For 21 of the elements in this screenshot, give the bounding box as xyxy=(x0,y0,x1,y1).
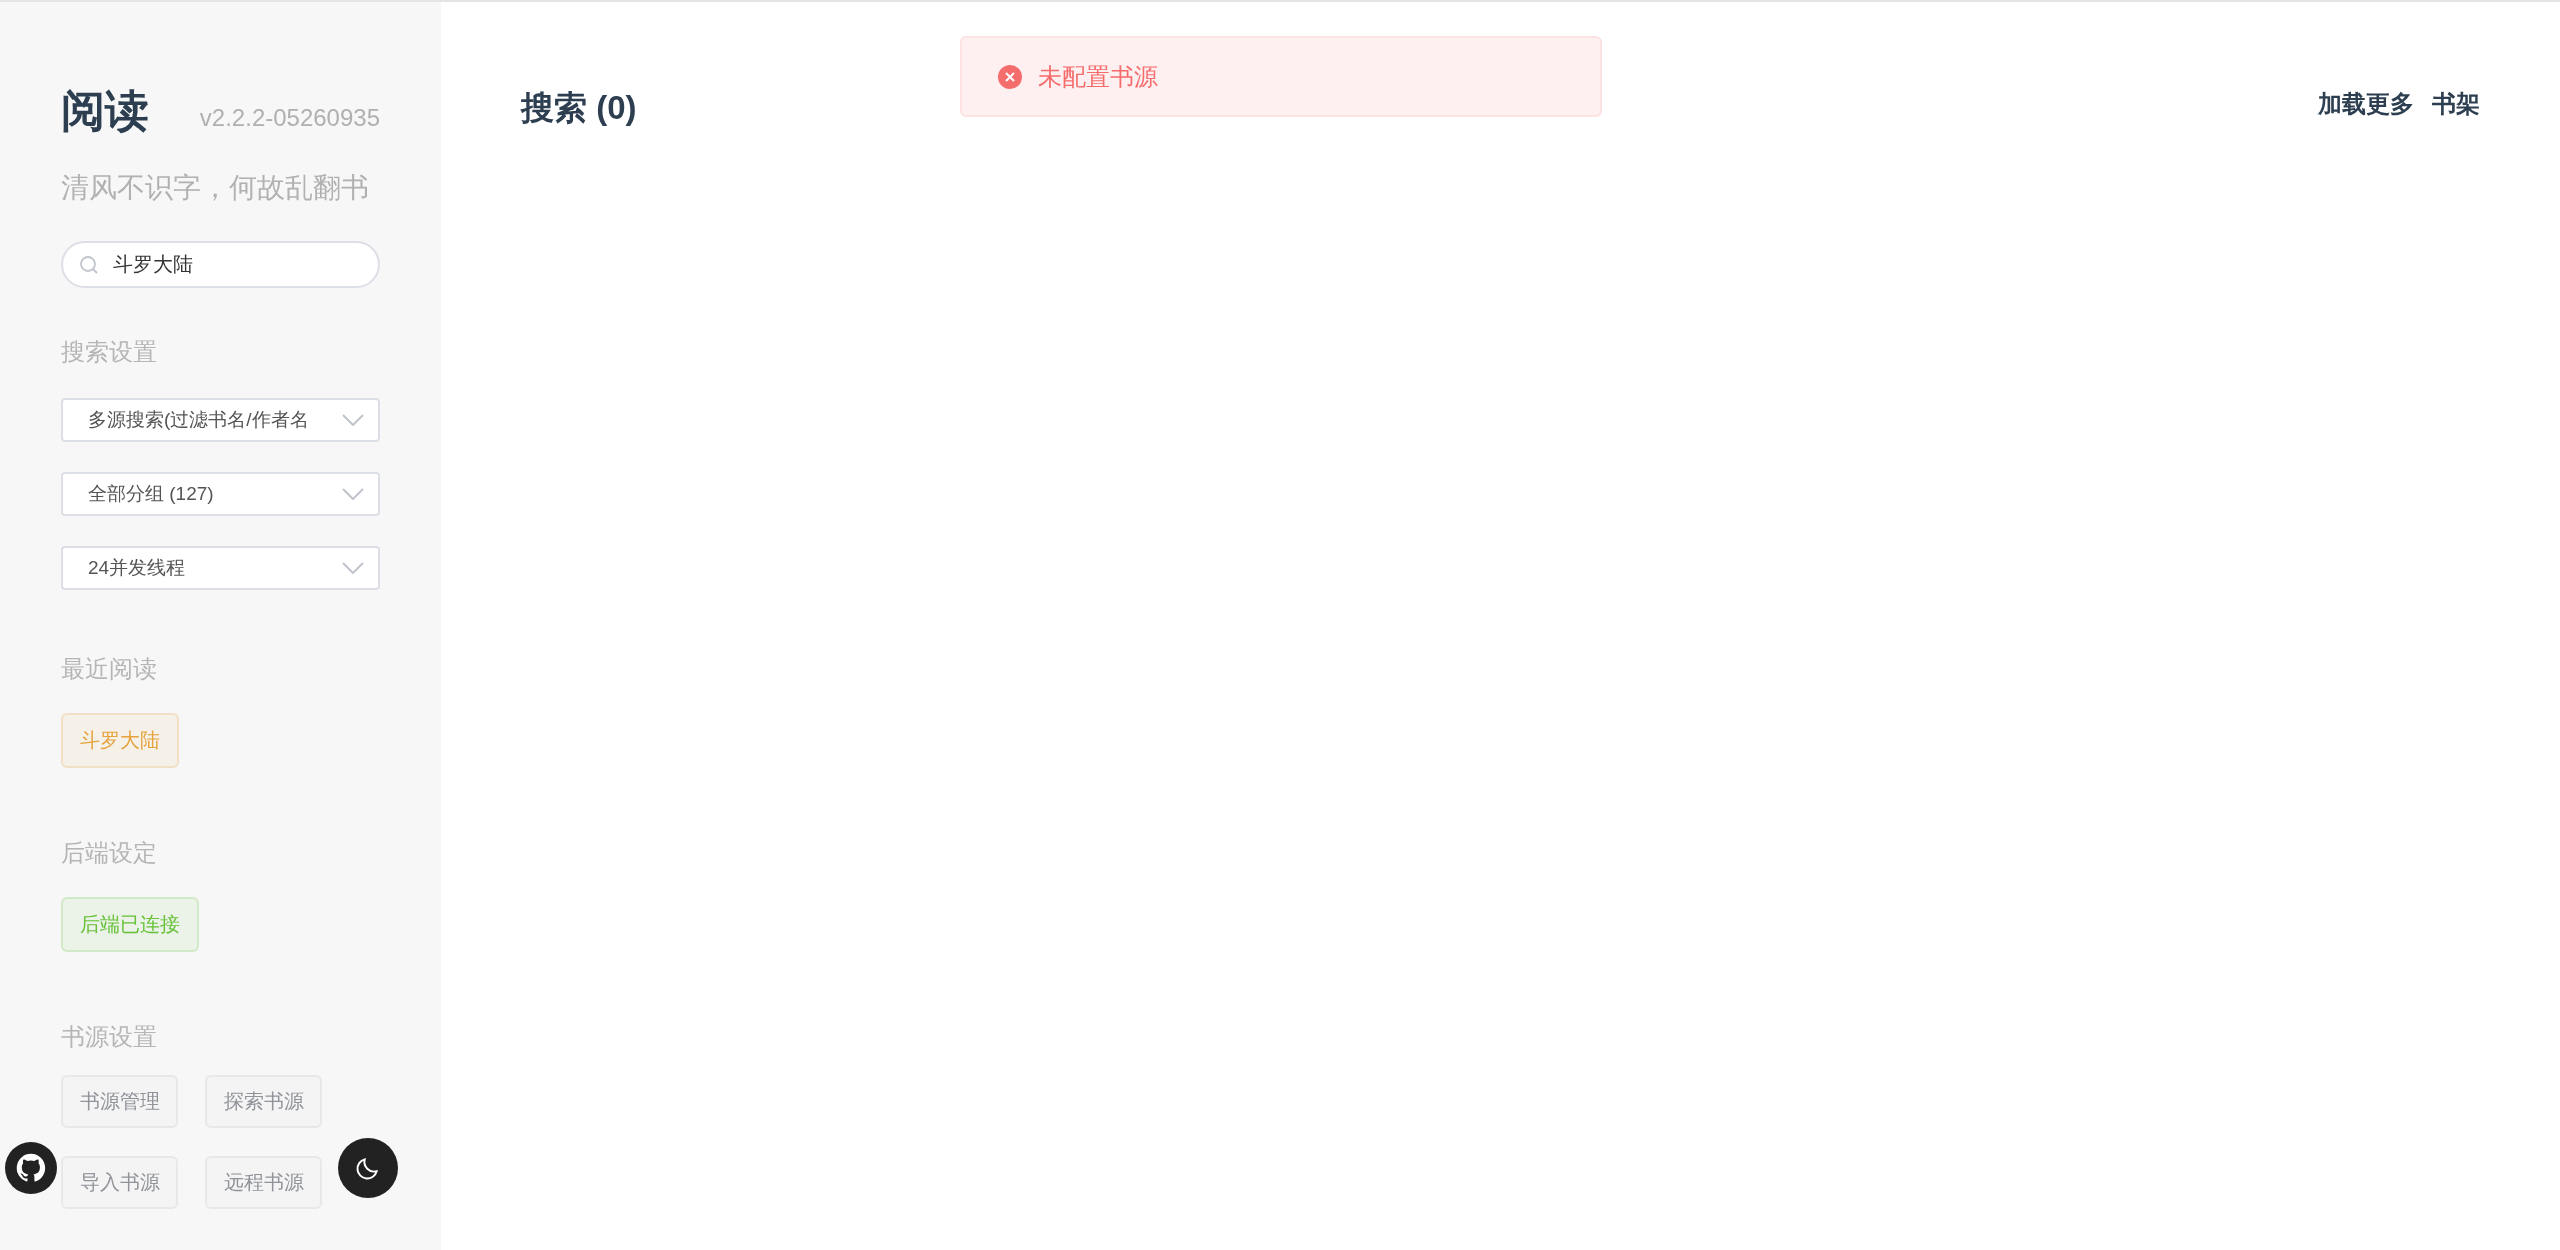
chevron-down-icon xyxy=(342,488,364,500)
chevron-down-icon xyxy=(342,414,364,426)
page-title: 搜索 (0) xyxy=(521,88,637,128)
header-link[interactable]: 加载更多 xyxy=(2318,88,2414,120)
select-field[interactable]: 24并发线程 xyxy=(61,546,380,590)
select-field[interactable]: 全部分组 (127) xyxy=(61,472,380,516)
message-text: 未配置书源 xyxy=(1038,61,1158,92)
search-icon xyxy=(79,255,99,275)
section-heading: 搜索设置 xyxy=(61,337,158,367)
section-heading: 最近阅读 xyxy=(61,654,158,684)
section-heading: 后端设定 xyxy=(61,838,158,868)
version-text: v2.2.2-05260935 xyxy=(199,104,380,132)
chevron-down-icon xyxy=(342,562,364,574)
header-link[interactable]: 书架 xyxy=(2432,88,2480,120)
select-field[interactable]: 多源搜索(过滤书名/作者名 xyxy=(61,398,380,442)
section-heading: 书源设置 xyxy=(61,1022,158,1052)
search-field[interactable]: 斗罗大陆 xyxy=(61,241,380,288)
app-title: 阅读 xyxy=(61,85,149,137)
error-icon xyxy=(998,64,1022,89)
moon-icon xyxy=(355,1155,381,1181)
motto-text: 清风不识字，何故乱翻书 xyxy=(61,171,370,205)
